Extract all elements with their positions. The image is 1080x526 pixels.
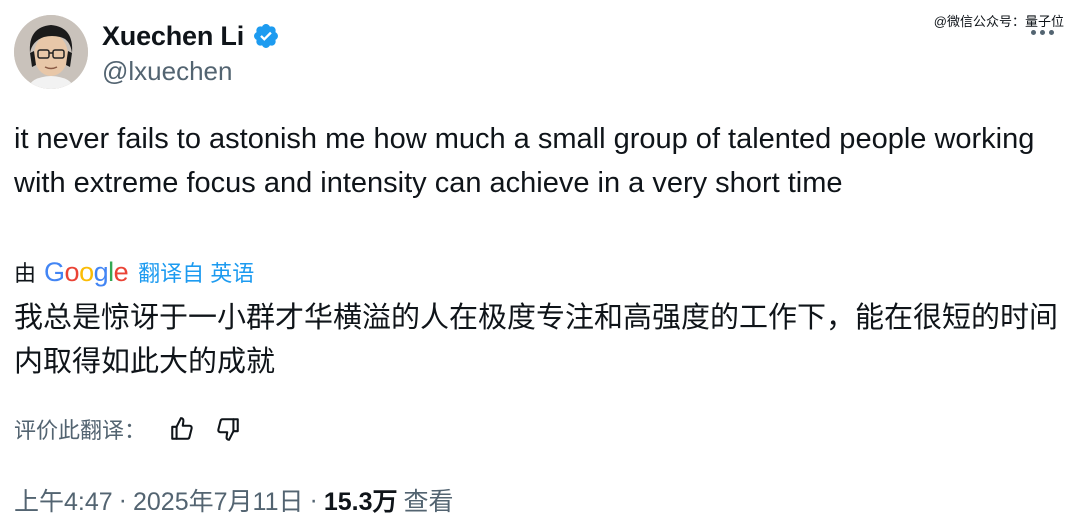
translated-from-link[interactable]: 翻译自 英语: [138, 256, 254, 288]
author-handle[interactable]: @lxuechen: [102, 56, 232, 87]
author-avatar[interactable]: [14, 15, 88, 89]
views-count[interactable]: 15.3万: [324, 482, 398, 518]
tweet-text: it never fails to astonish me how much a…: [14, 123, 1035, 199]
translation-attribution: 由 Google 翻译自 英语: [14, 256, 254, 288]
translated-by-label: 由: [14, 261, 37, 286]
tweet-meta: 上午4:47 · 2025年7月11日 · 15.3万 查看: [14, 482, 454, 518]
tweet-time[interactable]: 上午4:47: [14, 482, 113, 518]
google-logo: Google: [44, 256, 129, 287]
author-name-row[interactable]: Xuechen Li: [102, 18, 280, 54]
translated-text: 我总是惊讶于一小群才华横溢的人在极度专注和高强度的工作下，能在很短的时间内取得如…: [14, 302, 1059, 378]
more-options-icon[interactable]: [1027, 26, 1058, 39]
meta-separator: ·: [118, 485, 127, 514]
tweet-date[interactable]: 2025年7月11日: [133, 482, 303, 518]
meta-separator: ·: [309, 485, 318, 514]
verified-badge-icon: [252, 22, 280, 50]
thumbs-up-icon[interactable]: [166, 413, 198, 445]
views-label[interactable]: 查看: [403, 482, 453, 518]
thumbs-down-icon[interactable]: [212, 413, 244, 445]
rate-translation-label: 评价此翻译：: [14, 418, 147, 443]
rate-translation-row: 评价此翻译：: [14, 412, 258, 446]
author-display-name[interactable]: Xuechen Li: [102, 21, 244, 52]
